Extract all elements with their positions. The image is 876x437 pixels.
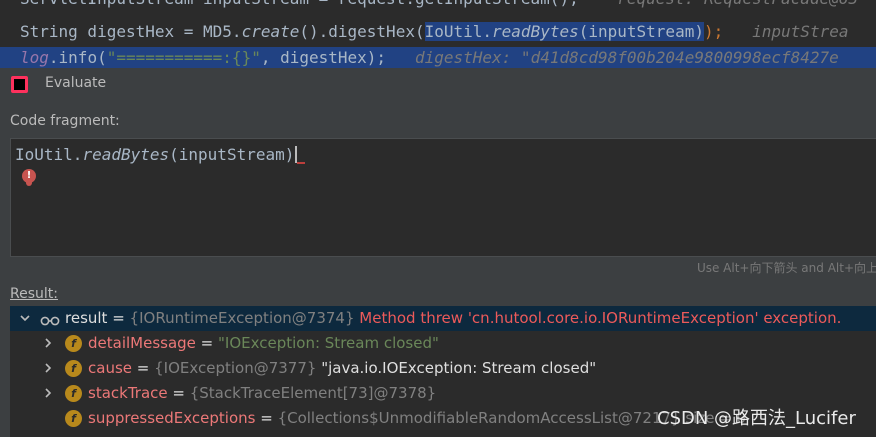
inline-hint: request: RequestFacade@63 bbox=[617, 0, 858, 8]
chevron-down-icon[interactable] bbox=[20, 313, 30, 323]
error-squiggle bbox=[297, 162, 306, 164]
equals-sign: = bbox=[107, 309, 130, 327]
tree-row-text: detailMessage = "IOException: Stream clo… bbox=[88, 331, 439, 356]
tree-row-text: result = {IORuntimeException@7374} Metho… bbox=[65, 306, 841, 331]
field-icon: f bbox=[65, 385, 82, 402]
dialog-title-bar[interactable] bbox=[0, 68, 876, 99]
var-name: stackTrace bbox=[88, 384, 168, 402]
var-type: {IORuntimeException@7374} bbox=[129, 309, 355, 327]
dialog-title: Evaluate bbox=[45, 75, 107, 91]
code-fragment-text: IoUtil.readBytes(inputStream) bbox=[15, 145, 306, 164]
equals-sign: = bbox=[132, 359, 155, 377]
equals-sign: = bbox=[255, 409, 278, 427]
chevron-right-icon[interactable] bbox=[43, 388, 53, 398]
tree-row-text: cause = {IOException@7377} "java.io.IOEx… bbox=[88, 356, 596, 381]
fragment-part: IoUtil. bbox=[15, 145, 83, 164]
tree-row-text: stackTrace = {StackTraceElement[73]@7378… bbox=[88, 381, 436, 406]
var-name: cause bbox=[88, 359, 132, 377]
var-value: "java.io.IOException: Stream closed" bbox=[321, 359, 597, 377]
inline-hint: digestHex: "d41d8cd98f00b204e9800998ecf8… bbox=[414, 48, 839, 67]
editor-line-1: String digestHex = MD5.create().digestHe… bbox=[0, 21, 848, 43]
editor-selection: IoUtil. bbox=[424, 22, 493, 41]
editor-code: , digestHex); bbox=[260, 48, 387, 67]
tree-row[interactable]: f stackTrace = {StackTraceElement[73]@73… bbox=[10, 381, 876, 406]
field-icon: f bbox=[65, 360, 82, 377]
editor-line-2: log.info("===========:{}", digestHex); d… bbox=[0, 47, 876, 68]
var-type: {StackTraceElement[73]@7378} bbox=[189, 384, 437, 402]
field-icon: f bbox=[65, 335, 82, 352]
var-type: {IOException@7377} bbox=[154, 359, 317, 377]
code-fragment-input[interactable]: IoUtil.readBytes(inputStream) bbox=[10, 138, 876, 257]
code-fragment-label: Code fragment: bbox=[10, 113, 120, 129]
editor-selection: readBytes bbox=[492, 22, 579, 41]
editor-selection: (inputStream) bbox=[578, 22, 704, 41]
chevron-right-icon[interactable] bbox=[43, 363, 53, 373]
chevron-right-icon[interactable] bbox=[43, 338, 53, 348]
var-name: result bbox=[65, 309, 108, 327]
var-name: detailMessage bbox=[88, 334, 196, 352]
editor-code: create bbox=[241, 22, 300, 41]
fragment-part: (inputStream) bbox=[169, 145, 295, 164]
tree-row[interactable]: f detailMessage = "IOException: Stream c… bbox=[10, 331, 876, 356]
field-icon: f bbox=[65, 410, 82, 427]
editor-code: ().digestHex( bbox=[299, 22, 425, 41]
editor-code: String digestHex = MD5. bbox=[20, 22, 242, 41]
editor-line-0: ServletInputStream inputStream = request… bbox=[0, 0, 858, 10]
csdn-watermark: CSDN @路西法_Lucifer bbox=[657, 408, 856, 429]
result-label: Result: bbox=[10, 286, 58, 302]
text-caret bbox=[295, 146, 298, 163]
intellij-icon bbox=[11, 76, 28, 93]
equals-sign: = bbox=[167, 384, 190, 402]
inline-hint: inputStrea bbox=[752, 22, 849, 41]
editor-code: ); bbox=[703, 22, 724, 41]
var-value: "IOException: Stream closed" bbox=[218, 334, 439, 352]
error-bulb-icon[interactable]: ! bbox=[22, 169, 36, 186]
editor-background: ServletInputStream inputStream = request… bbox=[0, 0, 876, 68]
editor-code: .info( bbox=[48, 48, 107, 67]
exception-message: Method threw 'cn.hutool.core.io.IORuntim… bbox=[359, 309, 842, 327]
editor-string: "===========:{}" bbox=[106, 48, 261, 67]
tree-row[interactable]: f cause = {IOException@7377} "java.io.IO… bbox=[10, 356, 876, 381]
var-name: suppressedExceptions bbox=[88, 409, 256, 427]
history-hint: Use Alt+向下箭头 and Alt+向上 bbox=[696, 261, 876, 275]
tree-row-text: suppressedExceptions = {Collections$Unmo… bbox=[88, 406, 746, 431]
equals-sign: = bbox=[195, 334, 219, 352]
tree-row-result[interactable]: result = {IORuntimeException@7374} Metho… bbox=[10, 306, 876, 331]
editor-code: ServletInputStream inputStream = request… bbox=[20, 0, 579, 8]
var-type: {Collections$UnmodifiableRandomAccessLis… bbox=[277, 409, 681, 427]
editor-code: log bbox=[20, 48, 49, 67]
fragment-part: readBytes bbox=[82, 145, 170, 164]
